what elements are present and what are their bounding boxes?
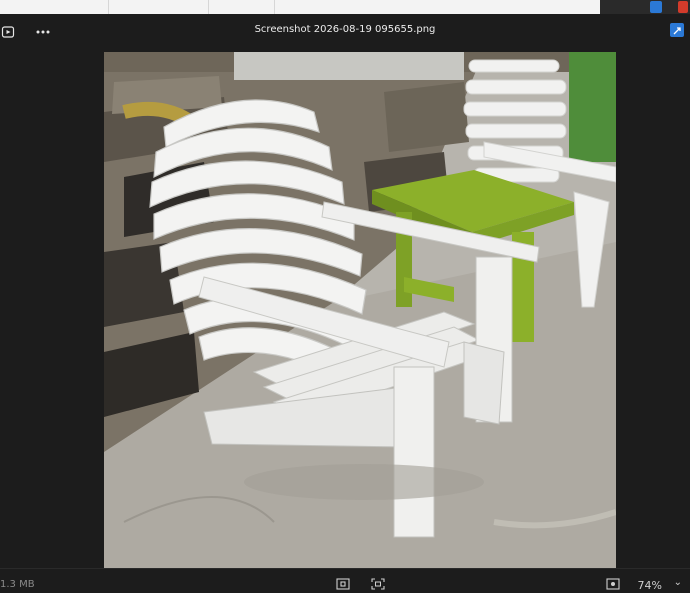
fit-to-window-button[interactable] [336,578,350,590]
viewer-header: Screenshot 2026-08-19 095655.png [0,14,690,50]
expand-icon [673,27,681,35]
strip-app-icon[interactable] [650,1,662,13]
fullscreen-button[interactable] [606,578,620,590]
strip-dark-area [600,0,690,14]
image-canvas[interactable] [104,52,616,568]
actual-size-icon [371,578,385,590]
zoom-dropdown-icon[interactable]: ⌄ [674,577,682,588]
strip-close-icon[interactable] [678,1,688,13]
strip-segment [0,0,109,14]
strip-segment [108,0,209,14]
background-window-strip [0,0,690,15]
file-size: 1.3 MB [0,579,35,590]
status-bar: 1.3 MB 74% ⌄ [0,568,690,592]
zoom-level[interactable]: 74% [638,579,662,592]
photo-chairs [104,52,616,568]
fit-to-window-icon [336,578,350,590]
strip-segment [208,0,275,14]
expand-button[interactable] [670,23,684,37]
file-title: Screenshot 2026-08-19 095655.png [254,24,436,35]
actual-size-button[interactable] [371,578,385,590]
fullscreen-icon [606,578,620,590]
